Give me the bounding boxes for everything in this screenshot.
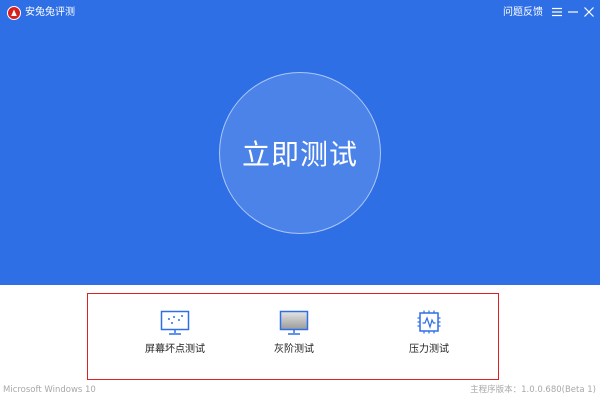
test-label: 屏幕坏点测试 (145, 344, 205, 355)
grayscale-test-button[interactable]: 灰阶测试 (244, 310, 344, 360)
test-label: 压力测试 (409, 344, 449, 355)
monitor-gray-icon (279, 310, 309, 335)
menu-button[interactable] (550, 5, 564, 19)
stress-test-button[interactable]: 压力测试 (379, 310, 479, 360)
close-button[interactable] (582, 5, 596, 19)
chip-pulse-icon (417, 310, 441, 334)
app-title: 安兔兔评测 (25, 7, 75, 18)
start-test-button[interactable]: 立即测试 (219, 72, 381, 234)
test-options-panel: 屏幕坏点测试 灰阶测试 压力测试 (87, 293, 499, 380)
monitor-dots-icon (160, 310, 190, 335)
version-info: 主程序版本：1.0.0.680(Beta 1) (470, 385, 596, 395)
title-bar: 安兔兔评测 问题反馈 (0, 0, 600, 26)
header-panel: 安兔兔评测 问题反馈 立即测试 (0, 0, 600, 285)
os-info: Microsoft Windows 10 (3, 385, 96, 395)
test-label: 灰阶测试 (274, 344, 314, 355)
hamburger-menu-icon (552, 7, 562, 17)
dead-pixel-test-button[interactable]: 屏幕坏点测试 (125, 310, 225, 360)
start-test-label: 立即测试 (241, 138, 358, 171)
minimize-icon (568, 11, 578, 13)
antutu-logo-icon (7, 6, 21, 20)
minimize-button[interactable] (566, 5, 580, 19)
close-icon (584, 7, 594, 17)
feedback-link[interactable]: 问题反馈 (503, 6, 543, 20)
